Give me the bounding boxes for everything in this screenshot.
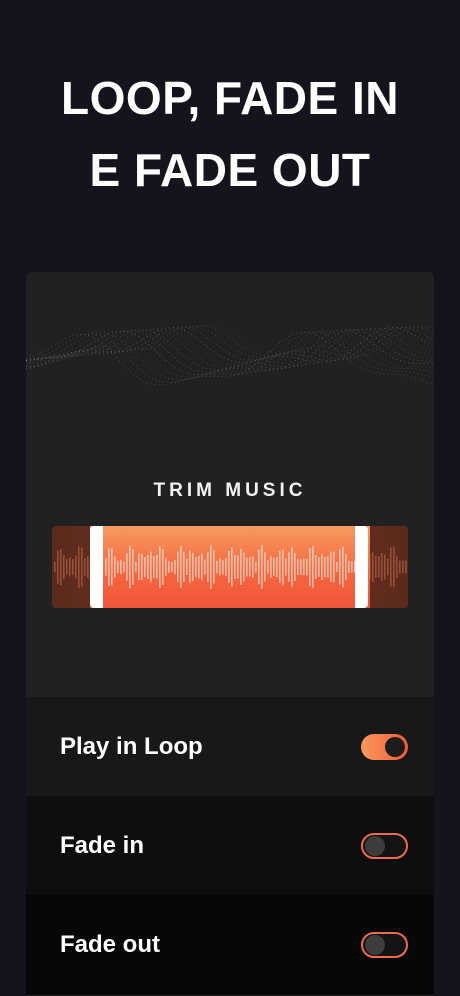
headline-line-1: LOOP, FADE IN: [61, 72, 399, 124]
trim-card: TRIM MUSIC Play in Loop Fade in Fade out: [26, 272, 434, 996]
setting-label: Play in Loop: [60, 733, 203, 760]
headline: LOOP, FADE IN E FADE OUT: [0, 62, 460, 206]
toggle-knob: [365, 836, 385, 856]
setting-label: Fade out: [60, 931, 160, 958]
fade-out-toggle[interactable]: [361, 932, 408, 958]
fade-in-toggle[interactable]: [361, 833, 408, 859]
setting-label: Fade in: [60, 832, 145, 859]
audio-trimmer[interactable]: [52, 526, 408, 608]
trim-music-title: TRIM MUSIC: [153, 480, 307, 501]
setting-row-fade-out[interactable]: Fade out: [26, 895, 434, 995]
right-outer-grip-icon: [357, 560, 363, 574]
setting-row-play-in-loop[interactable]: Play in Loop: [26, 697, 434, 797]
toggle-knob: [365, 935, 385, 955]
toggle-knob: [385, 737, 405, 757]
headline-line-2: E FADE OUT: [89, 144, 371, 196]
particle-wave-art: [26, 324, 434, 386]
setting-row-fade-in[interactable]: Fade in: [26, 796, 434, 896]
trim-start-handle[interactable]: [90, 526, 103, 608]
play-in-loop-toggle[interactable]: [361, 734, 408, 760]
